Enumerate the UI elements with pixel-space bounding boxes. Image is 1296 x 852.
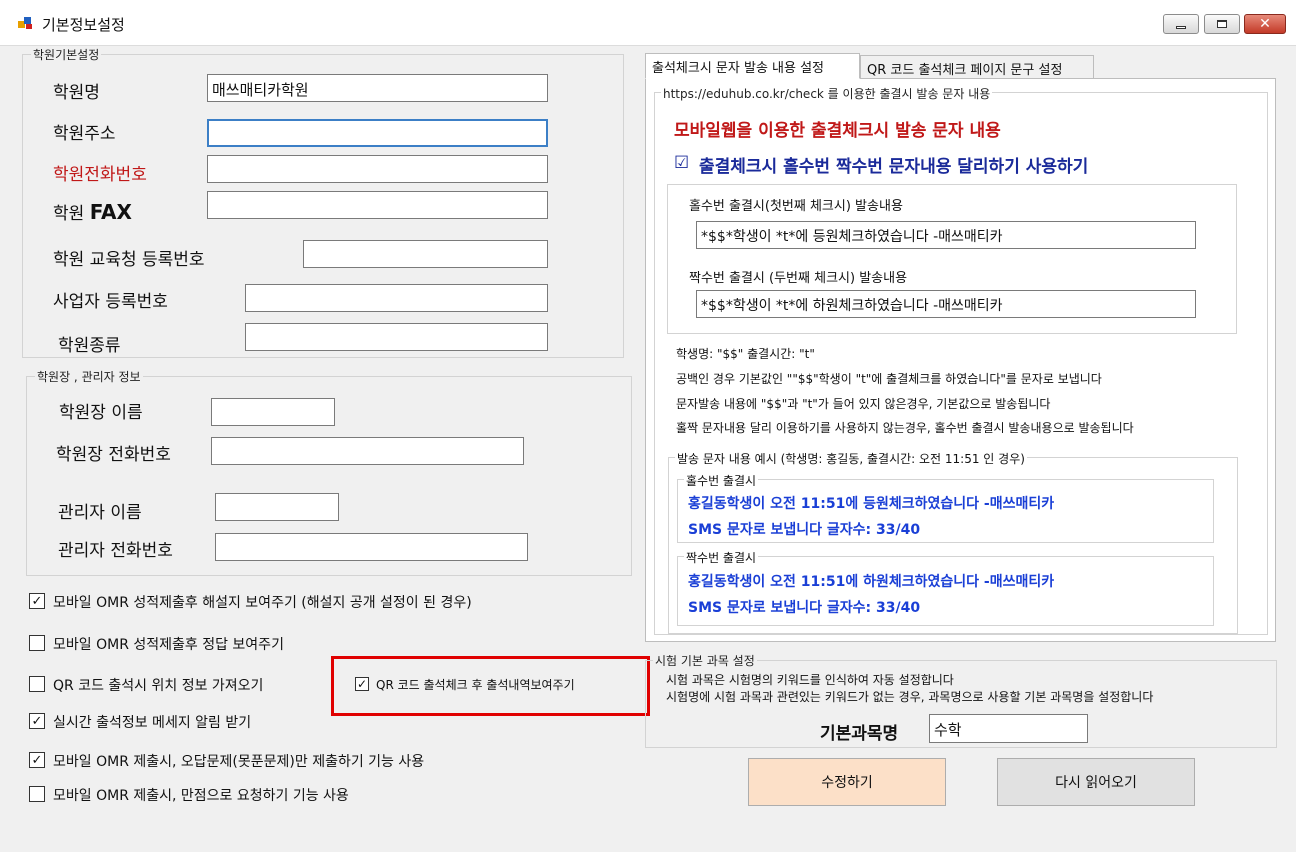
close-icon: ✕ — [1259, 16, 1271, 32]
odd-message-input[interactable]: *$$*학생이 *t*에 등원체크하였습니다 -매쓰매티카 — [696, 221, 1196, 249]
default-subject-label: 기본과목명 — [820, 724, 899, 744]
example-odd-text: 홍길동학생이 오전 11:51에 등원체크하였습니다 -매쓰매티카 — [688, 496, 1055, 512]
academy-type-input[interactable] — [245, 323, 548, 351]
exam-subject-line-1: 시험 과목은 시험명의 키워드를 인식하여 자동 설정합니다 — [666, 673, 954, 687]
director-phone-label: 학원장 전화번호 — [56, 445, 171, 465]
example-even-count: SMS 문자로 보냅니다 글자수: 33/40 — [688, 600, 921, 616]
option-checkbox-0[interactable]: ✓ — [29, 593, 45, 609]
option-checkbox-2[interactable] — [29, 676, 45, 692]
odd-message-label: 홀수번 출결시(첫번째 체크시) 발송내용 — [689, 199, 903, 214]
biz-reg-input[interactable] — [245, 284, 548, 312]
academy-basic-legend: 학원기본설정 — [31, 46, 102, 63]
academy-fax-label: 학원 FAX — [53, 199, 132, 224]
option-checkbox-3[interactable]: ✓ — [29, 713, 45, 729]
title-bar — [0, 0, 1296, 46]
sms-heading: 모바일웹을 이용한 출결체크시 발송 문자 내용 — [674, 121, 1001, 141]
director-name-input[interactable] — [211, 398, 335, 426]
close-button[interactable]: ✕ — [1244, 14, 1286, 34]
option-label-3: 실시간 출석정보 메세지 알림 받기 — [53, 715, 252, 731]
tab-qr-page-settings[interactable]: QR 코드 출석체크 페이지 문구 설정 — [860, 55, 1094, 79]
help-line-1: 공백인 경우 기본값인 ""$$"학생이 "t"에 출결체크를 하였습니다"를 … — [676, 372, 1102, 386]
qr-history-checkbox[interactable]: ✓ — [355, 677, 369, 691]
qr-history-label: QR 코드 출석체크 후 출석내역보여주기 — [376, 678, 575, 692]
academy-fax-input[interactable] — [207, 191, 548, 219]
director-phone-input[interactable] — [211, 437, 524, 465]
save-button[interactable]: 수정하기 — [748, 758, 946, 806]
director-info-legend: 학원장 , 관리자 정보 — [35, 368, 143, 385]
help-line-3: 홀짝 문자내용 달리 이용하기를 사용하지 않는경우, 홀수번 출결시 발송내용… — [676, 421, 1134, 435]
fax-label-prefix: 학원 — [53, 204, 85, 224]
even-message-input[interactable]: *$$*학생이 *t*에 하원체크하였습니다 -매쓰매티카 — [696, 290, 1196, 318]
default-subject-input[interactable]: 수학 — [929, 714, 1088, 743]
sms-legend: https://eduhub.co.kr/check 를 이용한 출결시 발송 … — [661, 85, 993, 102]
help-line-0: 학생명: "$$" 출결시간: "t" — [676, 347, 815, 361]
example-even-text: 홍길동학생이 오전 11:51에 하원체크하였습니다 -매쓰매티카 — [688, 574, 1055, 590]
exam-subject-legend: 시험 기본 과목 설정 — [653, 652, 757, 669]
academy-type-label: 학원종류 — [58, 336, 121, 356]
academy-phone-label: 학원전화번호 — [53, 165, 147, 185]
academy-phone-input[interactable] — [207, 155, 548, 183]
minimize-icon — [1176, 25, 1186, 29]
odd-even-checkbox[interactable]: ☑ — [674, 153, 689, 173]
option-checkbox-4[interactable]: ✓ — [29, 752, 45, 768]
option-label-0: 모바일 OMR 성적제출후 해설지 보여주기 (해설지 공개 설정이 된 경우) — [53, 595, 472, 611]
biz-reg-label: 사업자 등록번호 — [53, 292, 168, 312]
manager-phone-input[interactable] — [215, 533, 528, 561]
fax-label-suffix: FAX — [89, 200, 132, 224]
academy-name-label: 학원명 — [53, 83, 100, 103]
option-checkbox-5[interactable] — [29, 786, 45, 802]
maximize-icon — [1217, 20, 1227, 28]
edu-reg-label: 학원 교육청 등록번호 — [53, 250, 205, 270]
example-odd-legend: 홀수번 출결시 — [684, 472, 759, 489]
odd-even-label: 출결체크시 홀수번 짝수번 문자내용 달리하기 사용하기 — [699, 157, 1089, 177]
manager-name-label: 관리자 이름 — [58, 503, 142, 523]
option-label-5: 모바일 OMR 제출시, 만점으로 요청하기 기능 사용 — [53, 788, 349, 804]
option-checkbox-1[interactable] — [29, 635, 45, 651]
help-line-2: 문자발송 내용에 "$$"과 "t"가 들어 있지 않은경우, 기본값으로 발송… — [676, 397, 1051, 411]
academy-name-input[interactable]: 매쓰매티카학원 — [207, 74, 548, 102]
exam-subject-line-2: 시험명에 시험 과목과 관련있는 키워드가 없는 경우, 과목명으로 사용할 기… — [666, 690, 1154, 704]
manager-phone-label: 관리자 전화번호 — [58, 541, 173, 561]
director-name-label: 학원장 이름 — [59, 403, 143, 423]
manager-name-input[interactable] — [215, 493, 339, 521]
option-label-2: QR 코드 출석시 위치 정보 가져오기 — [53, 678, 264, 694]
tab-sms-settings[interactable]: 출석체크시 문자 발송 내용 설정 — [645, 53, 860, 79]
app-icon — [18, 16, 34, 30]
example-even-legend: 짝수번 출결시 — [684, 549, 759, 566]
even-message-label: 짝수번 출결시 (두번째 체크시) 발송내용 — [689, 271, 908, 286]
edu-reg-input[interactable] — [303, 240, 548, 268]
academy-address-input[interactable] — [207, 119, 548, 147]
option-label-1: 모바일 OMR 성적제출후 정답 보여주기 — [53, 637, 284, 653]
maximize-button[interactable] — [1204, 14, 1240, 34]
reload-button[interactable]: 다시 읽어오기 — [997, 758, 1195, 806]
minimize-button[interactable] — [1163, 14, 1199, 34]
example-odd-count: SMS 문자로 보냅니다 글자수: 33/40 — [688, 522, 921, 538]
window-title: 기본정보설정 — [42, 16, 125, 34]
example-legend: 발송 문자 내용 예시 (학생명: 홍길동, 출결시간: 오전 11:51 인 … — [675, 450, 1027, 467]
academy-address-label: 학원주소 — [53, 124, 116, 144]
option-label-4: 모바일 OMR 제출시, 오답문제(못푼문제)만 제출하기 기능 사용 — [53, 754, 425, 770]
